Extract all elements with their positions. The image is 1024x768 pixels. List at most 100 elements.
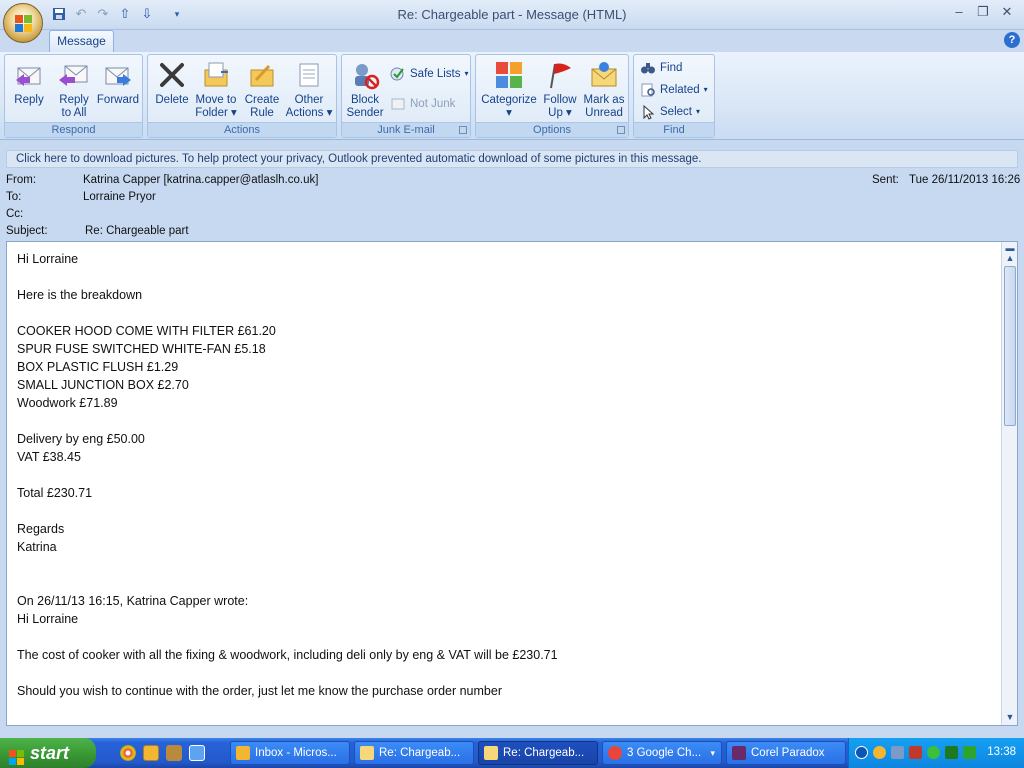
move-to-folder-icon [200,59,232,91]
body-line [17,466,997,484]
taskbar-item-message-2[interactable]: Re: Chargeab... [478,741,598,765]
group-label-options: Options [476,122,628,137]
delete-icon [156,59,188,91]
body-line: BOX PLASTIC FLUSH £1.29 [17,360,179,374]
taskbar-item-chrome[interactable]: 3 Google Ch... ▾ [602,741,722,765]
tray-outlook-icon[interactable] [873,746,886,759]
find-button[interactable]: Find [640,59,682,77]
junk-dialog-launcher[interactable] [459,126,467,134]
body-line: Hi Lorraine [17,252,79,266]
message-header: From: Katrina Capper [katrina.capper@atl… [0,171,1024,241]
system-tray: 13:38 [848,738,1024,768]
body-line [17,628,997,646]
outlook-quicklaunch-icon[interactable] [143,745,159,761]
from-value[interactable]: Katrina Capper [katrina.capper@atlaslh.c… [83,174,318,186]
office-logo-icon [15,15,33,33]
scroll-up-icon[interactable]: ▲ [1004,252,1016,264]
mark-as-unread-button[interactable]: Mark as Unread [580,59,628,120]
body-line [17,574,997,592]
tray-app-icon[interactable] [909,746,922,759]
body-line: Hi Lorraine [17,612,79,626]
title-bar: ↶ ↷ ⇧ ⇩ ▾ Re: Chargeable part - Message … [0,0,1024,30]
group-find: Find Related ▾ Select ▾ Find [633,54,715,138]
reply-all-button[interactable]: Reply to All [53,59,95,120]
forward-button[interactable]: Forward [95,59,141,107]
delete-button[interactable]: Delete [152,59,192,107]
office-button[interactable] [3,3,43,43]
restore-button[interactable]: ❐ [972,4,994,22]
reply-button[interactable]: Reply [9,59,49,107]
body-line [17,268,997,286]
taskbar-item-corel-paradox[interactable]: Corel Paradox [726,741,846,765]
message-body-pane[interactable]: Hi Lorraine Here is the breakdown COOKER H… [6,241,1018,726]
select-button[interactable]: Select ▾ [640,103,700,121]
body-line [17,556,997,574]
app-quicklaunch-icon[interactable] [166,745,182,761]
tray-status-icon[interactable] [927,746,940,759]
scroll-down-icon[interactable]: ▼ [1004,711,1016,723]
taskbar-item-message-1[interactable]: Re: Chargeab... [354,741,474,765]
from-label: From: [6,174,37,186]
group-actions: Delete Move to Folder ▾ Create Rule Othe… [147,54,337,138]
tray-check-icon[interactable] [963,746,976,759]
body-line: Delivery by eng £50.00 [17,432,145,446]
window-title: Re: Chargeable part - Message (HTML) [397,7,627,22]
follow-up-button[interactable]: Follow Up ▾ [540,59,580,120]
group-junk-email: Block Sender Safe Lists ▾ Not Junk Junk E… [341,54,471,138]
body-line: COOKER HOOD COME WITH FILTER £61.20 [17,324,276,338]
sent-value: Tue 26/11/2013 16:26 [909,174,1021,186]
chrome-icon[interactable] [120,745,136,761]
tray-expand-icon[interactable] [855,746,868,759]
body-line [17,412,997,430]
forward-icon [102,59,134,91]
body-line: On 26/11/13 16:15, Katrina Capper wrote: [17,594,249,608]
body-line [17,304,997,322]
windows-flag-icon [9,745,25,765]
group-label-respond: Respond [5,122,142,137]
ribbon-tabs: Message ? [0,30,1024,52]
binoculars-icon [640,60,656,76]
safe-lists-button[interactable]: Safe Lists ▾ [390,65,469,83]
body-line: Regards [17,522,65,536]
tab-message[interactable]: Message [49,30,114,52]
not-junk-icon [390,96,406,112]
vertical-scrollbar[interactable]: ▬ ▲ ▼ [1001,242,1017,725]
close-button[interactable]: ✕ [996,4,1018,22]
body-line: SPUR FUSE SWITCHED WHITE-FAN £5.18 [17,342,266,356]
body-line: Katrina [17,540,57,554]
help-icon[interactable]: ? [1004,32,1020,48]
categorize-icon [493,59,525,91]
options-dialog-launcher[interactable] [617,126,625,134]
body-line: Total £230.71 [17,486,93,500]
safe-lists-icon [390,66,406,82]
body-line: The cost of cooker with all the fixing &… [17,648,558,662]
clock: 13:38 [987,746,1016,758]
message-body: Hi Lorraine Here is the breakdown COOKER H… [17,250,997,700]
cursor-icon [640,104,656,120]
tray-security-icon[interactable] [945,746,958,759]
group-label-actions: Actions [148,122,336,137]
not-junk-button[interactable]: Not Junk [390,95,455,113]
block-sender-button[interactable]: Block Sender [344,59,386,120]
start-button[interactable]: start [0,738,96,768]
flag-icon [544,59,576,91]
tray-network-icon[interactable] [891,746,904,759]
taskbar-item-inbox[interactable]: Inbox - Micros... [230,741,350,765]
to-value[interactable]: Lorraine Pryor [83,191,156,203]
envelope-icon [360,746,374,760]
minimize-button[interactable]: – [948,4,970,22]
ie-quicklaunch-icon[interactable] [189,745,205,761]
move-to-folder-button[interactable]: Move to Folder ▾ [194,59,238,120]
body-line: VAT £38.45 [17,450,81,464]
other-actions-button[interactable]: Other Actions ▾ [284,59,334,120]
related-icon [640,82,656,98]
download-pictures-infobar[interactable]: Click here to download pictures. To help… [6,150,1018,168]
scroll-thumb[interactable] [1004,266,1016,426]
to-label: To: [6,191,22,203]
mark-as-unread-icon [588,59,620,91]
taskbar: start Inbox - Micros... Re: Chargeab... … [0,738,1024,768]
related-button[interactable]: Related ▾ [640,81,708,99]
categorize-button[interactable]: Categorize ▾ [480,59,538,120]
subject-label: Subject: [6,225,48,237]
create-rule-button[interactable]: Create Rule [240,59,284,120]
